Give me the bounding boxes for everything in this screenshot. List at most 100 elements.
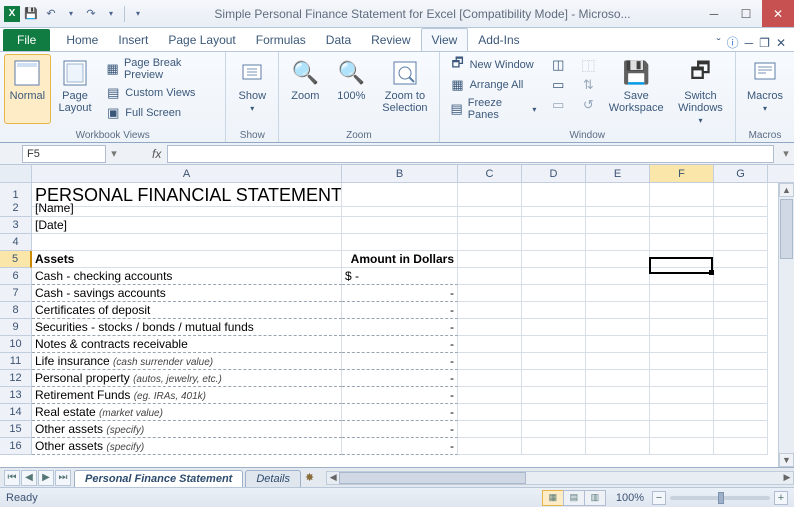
status-page-break-icon[interactable]: ▥ [584, 490, 606, 506]
qat-customize-icon[interactable]: ▾ [129, 5, 147, 23]
row-header[interactable]: 4 [0, 234, 32, 251]
col-G[interactable]: G [714, 165, 768, 182]
cell-E5[interactable] [586, 251, 650, 268]
hscroll-thumb[interactable] [339, 472, 525, 484]
scroll-right-icon[interactable]: ▶ [781, 472, 793, 484]
cell-C5[interactable] [458, 251, 522, 268]
cell-D2[interactable] [522, 200, 586, 217]
chevron-down-icon[interactable]: ▾ [62, 5, 80, 23]
zoom-button[interactable]: 🔍 Zoom [283, 54, 327, 124]
macros-button[interactable]: Macros▾ [740, 54, 790, 124]
doc-minimize-icon[interactable]: ─ [745, 36, 754, 50]
zoom-thumb[interactable] [718, 492, 724, 504]
row-header[interactable]: 12 [0, 370, 32, 387]
cell-A4[interactable] [32, 234, 342, 251]
page-layout-button[interactable]: Page Layout [53, 54, 98, 124]
cell-F12[interactable] [650, 370, 714, 387]
cell-B7[interactable]: - [342, 285, 458, 302]
cell-G14[interactable] [714, 404, 768, 421]
name-box-dropdown-icon[interactable]: ▾ [106, 147, 122, 160]
cell-F2[interactable] [650, 200, 714, 217]
cell-C12[interactable] [458, 370, 522, 387]
cell-D11[interactable] [522, 353, 586, 370]
formula-input[interactable] [167, 145, 774, 163]
freeze-panes-button[interactable]: ▤Freeze Panes ▾ [446, 96, 541, 122]
redo-icon[interactable]: ↷ [82, 5, 100, 23]
row-header[interactable]: 15 [0, 421, 32, 438]
cell-F11[interactable] [650, 353, 714, 370]
cell-A7[interactable]: Cash - savings accounts [32, 285, 342, 302]
tab-data[interactable]: Data [316, 29, 361, 51]
minimize-button[interactable]: ─ [698, 0, 730, 27]
cell-C6[interactable] [458, 268, 522, 285]
vscroll-thumb[interactable] [780, 199, 793, 259]
row-header[interactable]: 16 [0, 438, 32, 455]
row-header[interactable]: 3 [0, 217, 32, 234]
doc-restore-icon[interactable]: ❐ [759, 36, 770, 50]
cell-C14[interactable] [458, 404, 522, 421]
row-header[interactable]: 2 [0, 200, 32, 217]
cell-F8[interactable] [650, 302, 714, 319]
cell-G16[interactable] [714, 438, 768, 455]
maximize-button[interactable]: ☐ [730, 0, 762, 27]
cell-D4[interactable] [522, 234, 586, 251]
cell-C4[interactable] [458, 234, 522, 251]
cell-E2[interactable] [586, 200, 650, 217]
cell-F14[interactable] [650, 404, 714, 421]
save-icon[interactable]: 💾 [22, 5, 40, 23]
cell-F13[interactable] [650, 387, 714, 404]
scroll-up-icon[interactable]: ▲ [779, 183, 794, 197]
normal-view-button[interactable]: Normal [4, 54, 51, 124]
page-break-preview-button[interactable]: ▦Page Break Preview [101, 56, 219, 82]
row-header[interactable]: 10 [0, 336, 32, 353]
zoom-selection-button[interactable]: Zoom to Selection [375, 54, 434, 124]
cell-G15[interactable] [714, 421, 768, 438]
cell-E7[interactable] [586, 285, 650, 302]
save-workspace-button[interactable]: 💾 Save Workspace [604, 54, 668, 124]
cell-F5[interactable] [650, 251, 714, 268]
tab-addins[interactable]: Add-Ins [468, 29, 529, 51]
select-all-corner[interactable] [0, 165, 32, 182]
arrange-all-button[interactable]: ▦Arrange All [446, 76, 541, 94]
hide-button[interactable]: ▭ [546, 76, 570, 94]
cell-C8[interactable] [458, 302, 522, 319]
scroll-down-icon[interactable]: ▼ [779, 453, 794, 467]
cell-E3[interactable] [586, 217, 650, 234]
cell-D8[interactable] [522, 302, 586, 319]
close-button[interactable]: ✕ [762, 0, 794, 27]
col-A[interactable]: A [32, 165, 342, 182]
split-button[interactable]: ◫ [546, 56, 570, 74]
cell-A13[interactable]: Retirement Funds (eg. IRAs, 401k) [32, 387, 342, 404]
zoom-slider[interactable] [670, 496, 770, 500]
cell-D13[interactable] [522, 387, 586, 404]
undo-icon[interactable]: ↶ [42, 5, 60, 23]
cell-G5[interactable] [714, 251, 768, 268]
ribbon-minimize-icon[interactable]: ˇ [717, 36, 721, 50]
cell-D5[interactable] [522, 251, 586, 268]
name-box[interactable]: F5 [22, 145, 106, 163]
zoom-100-button[interactable]: 🔍 100% [329, 54, 373, 124]
cell-A15[interactable]: Other assets (specify) [32, 421, 342, 438]
cell-C11[interactable] [458, 353, 522, 370]
new-sheet-icon[interactable]: ✸ [305, 471, 314, 484]
cell-C7[interactable] [458, 285, 522, 302]
cell-F3[interactable] [650, 217, 714, 234]
row-header[interactable]: 9 [0, 319, 32, 336]
new-window-button[interactable]: 🗗New Window [446, 56, 541, 74]
cell-E10[interactable] [586, 336, 650, 353]
sheet-tab-active[interactable]: Personal Finance Statement [74, 470, 243, 487]
cell-G6[interactable] [714, 268, 768, 285]
zoom-out-button[interactable]: − [652, 491, 666, 505]
row-header[interactable]: 11 [0, 353, 32, 370]
cell-G2[interactable] [714, 200, 768, 217]
cell-C16[interactable] [458, 438, 522, 455]
cell-A5[interactable]: Assets [32, 251, 342, 268]
horizontal-scrollbar[interactable]: ◀ ▶ [326, 471, 794, 485]
cell-G10[interactable] [714, 336, 768, 353]
chevron-down-icon[interactable]: ▾ [102, 5, 120, 23]
cell-G4[interactable] [714, 234, 768, 251]
zoom-level[interactable]: 100% [616, 492, 644, 504]
prev-sheet-icon[interactable]: ◀ [21, 470, 37, 486]
cell-B10[interactable]: - [342, 336, 458, 353]
cell-F9[interactable] [650, 319, 714, 336]
